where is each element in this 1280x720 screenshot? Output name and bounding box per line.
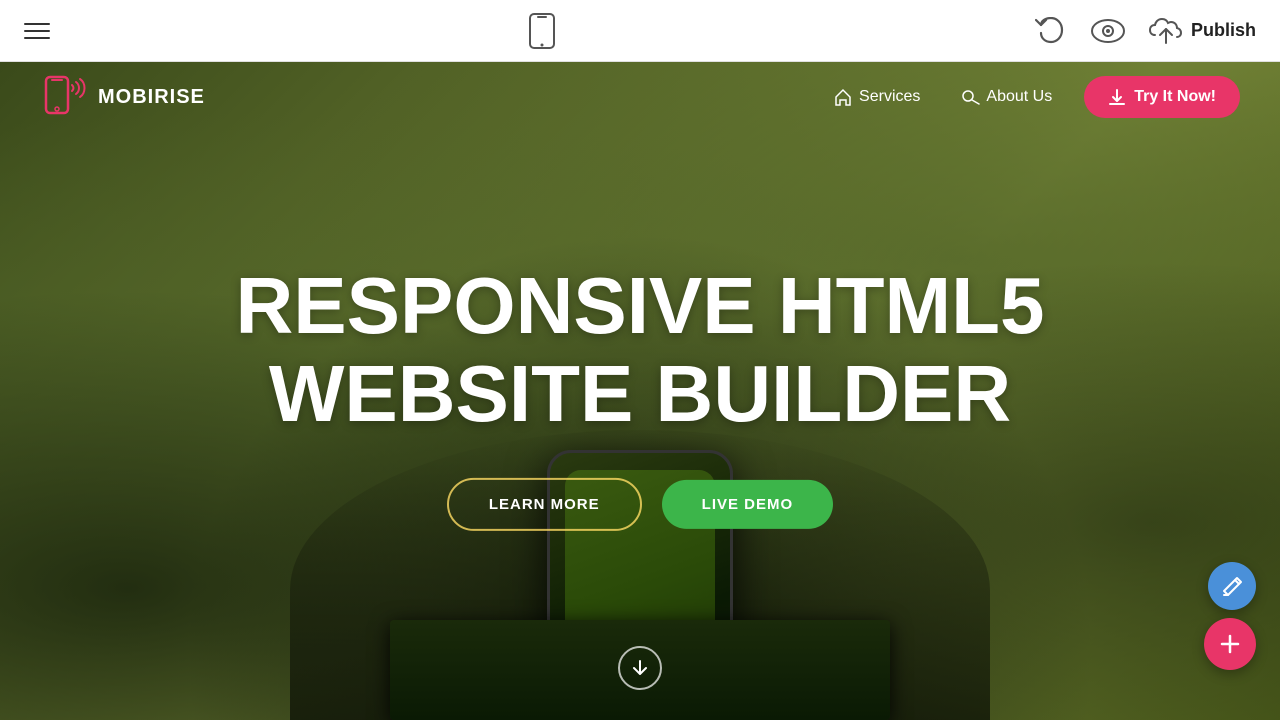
download-icon (1108, 88, 1126, 106)
hero-title: RESPONSIVE HTML5 WEBSITE BUILDER (190, 262, 1090, 438)
editor-bar-center (526, 11, 558, 51)
live-demo-button[interactable]: LIVE DEMO (662, 480, 834, 529)
editor-bar: Publish (0, 0, 1280, 62)
mobile-preview-icon[interactable] (526, 11, 558, 51)
site-logo: MOBIRISE (40, 73, 205, 121)
try-now-button[interactable]: Try It Now! (1084, 76, 1240, 118)
logo-icon (40, 73, 88, 121)
home-icon (833, 87, 853, 107)
key-icon (960, 87, 980, 107)
fab-edit-button[interactable] (1208, 562, 1256, 610)
publish-button[interactable]: Publish (1149, 17, 1256, 45)
services-label: Services (859, 88, 920, 106)
learn-more-button[interactable]: LEARN MORE (447, 478, 642, 531)
publish-label: Publish (1191, 20, 1256, 41)
about-label: About Us (986, 88, 1052, 106)
hamburger-menu-button[interactable] (24, 23, 50, 39)
hero-buttons: LEARN MORE LIVE DEMO (190, 478, 1090, 531)
arrow-down-icon (631, 659, 649, 677)
scroll-down-button[interactable] (618, 646, 662, 690)
site-wrapper: MOBIRISE Services About Us (0, 62, 1280, 720)
try-now-label: Try It Now! (1134, 88, 1216, 106)
pencil-icon (1221, 575, 1243, 597)
site-nav-links: Services About Us Try It Now! (817, 76, 1240, 118)
fab-add-button[interactable] (1204, 618, 1256, 670)
hero-title-line2: WEBSITE BUILDER (269, 349, 1011, 438)
plus-icon (1218, 632, 1242, 656)
hero-title-line1: RESPONSIVE HTML5 (235, 261, 1044, 350)
editor-bar-right: Publish (1035, 17, 1256, 45)
undo-button[interactable] (1035, 17, 1067, 45)
logo-text: MOBIRISE (98, 86, 205, 109)
hero-content: RESPONSIVE HTML5 WEBSITE BUILDER LEARN M… (190, 262, 1090, 531)
editor-bar-left (24, 23, 50, 39)
nav-about[interactable]: About Us (944, 79, 1068, 115)
preview-button[interactable] (1091, 19, 1125, 43)
site-navigation: MOBIRISE Services About Us (0, 62, 1280, 132)
nav-services[interactable]: Services (817, 79, 936, 115)
